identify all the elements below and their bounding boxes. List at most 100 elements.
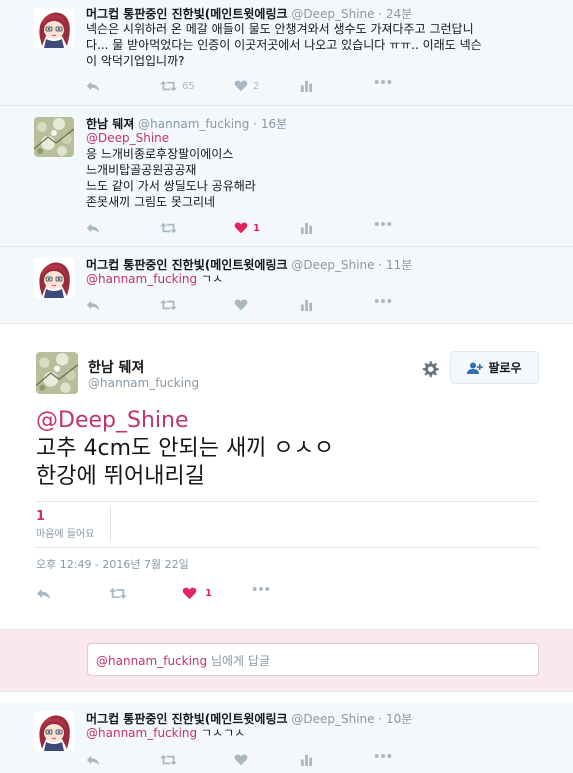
tweet-time[interactable]: 11분 (386, 258, 412, 272)
more-dots-icon (374, 298, 392, 304)
more-dots-icon (374, 221, 392, 227)
reply-button[interactable] (86, 298, 100, 312)
reply-placeholder: 님에게 답글 (207, 654, 270, 668)
tweet-text-line: 느도 같이 가서 쌍딜도나 공유해라 (86, 179, 256, 193)
author-name[interactable]: 한남 뒈져 (86, 117, 134, 131)
tweet-item[interactable]: 머그컵 통판중인 진한빛(메인트윗에링크 @Deep_Shine · 24분 넥… (0, 0, 573, 106)
author-name[interactable]: 한남 뒈져 (88, 357, 144, 377)
tweet-time[interactable]: 10분 (386, 712, 412, 726)
avatar[interactable] (34, 8, 74, 48)
like-button[interactable]: 1 (182, 586, 212, 601)
tweet-text: @Deep_Shine 고추 4cm도 안되는 새끼 ㅇㅅㅇ 한강에 뛰어내리길 (36, 407, 334, 491)
tweet-text-line: 다... 물 받아먹었다는 인증이 이곳저곳에서 나오고 있습니다 ㅠㅠ.. 이… (86, 38, 482, 52)
tweet-text-line: 한강에 뛰어내리길 (36, 464, 205, 489)
reply-button[interactable] (86, 79, 100, 93)
reply-icon (86, 221, 100, 235)
heart-icon (234, 298, 248, 312)
analytics-icon (300, 298, 313, 311)
mention-link[interactable]: @hannam_fucking (86, 726, 197, 740)
tweet-text: @Deep_Shine 응 느개비종로후장팔이에이스 느개비탑골공원공공재 느도… (86, 130, 556, 210)
mention-link[interactable]: @Deep_Shine (36, 407, 334, 435)
avatar[interactable] (36, 352, 78, 394)
more-dots-icon (252, 586, 270, 592)
like-button[interactable]: 1 (234, 221, 260, 235)
mention-link[interactable]: @hannam_fucking (86, 272, 197, 286)
liker-avatar[interactable] (120, 511, 143, 534)
tweet-text-line: 고추 4cm도 안되는 새끼 ㅇㅅㅇ (36, 436, 335, 461)
author-name[interactable]: 머그컵 통판중인 진한빛(메인트윗에링크 (86, 7, 288, 21)
time-separator: · (378, 712, 383, 726)
more-dots-icon (374, 79, 392, 85)
author-handle[interactable]: @Deep_Shine (291, 7, 374, 21)
tweet-text: @hannam_fucking ㄱㅅㄱㅅ (86, 725, 556, 741)
tweet-item[interactable]: 한남 뒈져 @hannam_fucking · 16분 @Deep_Shine … (0, 106, 573, 247)
tweet-text-line: 느개비탑골공원공공재 (86, 163, 197, 177)
more-button[interactable] (374, 221, 392, 227)
divider (110, 506, 111, 542)
like-button[interactable]: 2 (234, 79, 259, 93)
author-handle[interactable]: @Deep_Shine (291, 258, 374, 272)
tweet-time[interactable]: 24분 (386, 7, 412, 21)
retweet-button[interactable] (160, 221, 177, 235)
likes-stat-count[interactable]: 1 (36, 509, 45, 524)
avatar[interactable] (34, 711, 74, 751)
tweet-timestamp[interactable]: 오후 12:49 - 2016년 7월 22일 (36, 556, 189, 572)
reply-button[interactable] (86, 753, 100, 767)
tweet-text-body: ㄱㅅ (200, 272, 224, 286)
analytics-button[interactable] (300, 79, 313, 92)
analytics-button[interactable] (300, 298, 313, 311)
tweet-item[interactable]: 머그컵 통판중인 진한빛(메인트윗에링크 @Deep_Shine · 10분 @… (0, 692, 573, 773)
reply-button[interactable] (36, 586, 51, 601)
follow-button[interactable]: 팔로우 (450, 351, 539, 384)
like-count: 1 (205, 588, 212, 599)
author-handle[interactable]: @Deep_Shine (291, 712, 374, 726)
reply-box: @hannam_fucking 님에게 답글 (0, 630, 573, 692)
retweet-count: 65 (182, 80, 195, 92)
tweet-actions: 1 (36, 586, 336, 604)
follow-label: 팔로우 (488, 361, 522, 375)
author-name[interactable]: 머그컵 통판중인 진한빛(메인트윗에링크 (86, 712, 288, 726)
analytics-button[interactable] (300, 221, 313, 234)
divider (36, 501, 539, 502)
reply-input[interactable]: @hannam_fucking 님에게 답글 (87, 643, 539, 676)
avatar (49, 645, 79, 675)
gear-icon[interactable] (420, 359, 440, 379)
retweet-button[interactable] (160, 298, 177, 312)
more-button[interactable] (374, 298, 392, 304)
add-user-icon (467, 362, 484, 374)
tweet-time[interactable]: 16분 (261, 117, 287, 131)
retweet-icon (160, 753, 177, 767)
analytics-button[interactable] (300, 753, 313, 766)
retweet-button[interactable] (109, 586, 127, 601)
tweet-text-line: 이 악덕기업입니까? (86, 54, 185, 68)
like-button[interactable] (234, 298, 248, 312)
retweet-button[interactable] (160, 753, 177, 767)
retweet-icon (160, 221, 177, 235)
reply-icon (36, 586, 51, 601)
time-separator: · (378, 258, 383, 272)
time-separator: · (253, 117, 257, 131)
analytics-icon (300, 79, 313, 92)
likes-stat-label[interactable]: 마음에 들어요 (36, 525, 94, 540)
reply-icon (86, 298, 100, 312)
author-name[interactable]: 머그컵 통판중인 진한빛(메인트윗에링크 (86, 258, 288, 272)
analytics-icon (300, 221, 313, 234)
author-handle[interactable]: @hannam_fucking (138, 117, 249, 131)
reply-button[interactable] (86, 221, 100, 235)
more-button[interactable] (374, 79, 392, 85)
tweet-item[interactable]: 머그컵 통판중인 진한빛(메인트윗에링크 @Deep_Shine · 11분 @… (0, 247, 573, 324)
more-button[interactable] (252, 586, 270, 592)
retweet-button[interactable]: 65 (160, 79, 195, 93)
like-button[interactable] (234, 753, 248, 767)
mention-link[interactable]: @Deep_Shine (86, 130, 556, 146)
heart-icon (234, 221, 248, 235)
heart-icon (234, 79, 248, 93)
tweet-text: @hannam_fucking ㄱㅅ (86, 271, 556, 287)
heart-icon (182, 586, 197, 601)
avatar[interactable] (34, 258, 74, 298)
avatar[interactable] (34, 117, 74, 157)
more-button[interactable] (374, 753, 392, 759)
tweet-text-body: ㄱㅅㄱㅅ (200, 726, 246, 740)
author-handle[interactable]: @hannam_fucking (88, 376, 199, 390)
like-count: 1 (253, 222, 260, 234)
